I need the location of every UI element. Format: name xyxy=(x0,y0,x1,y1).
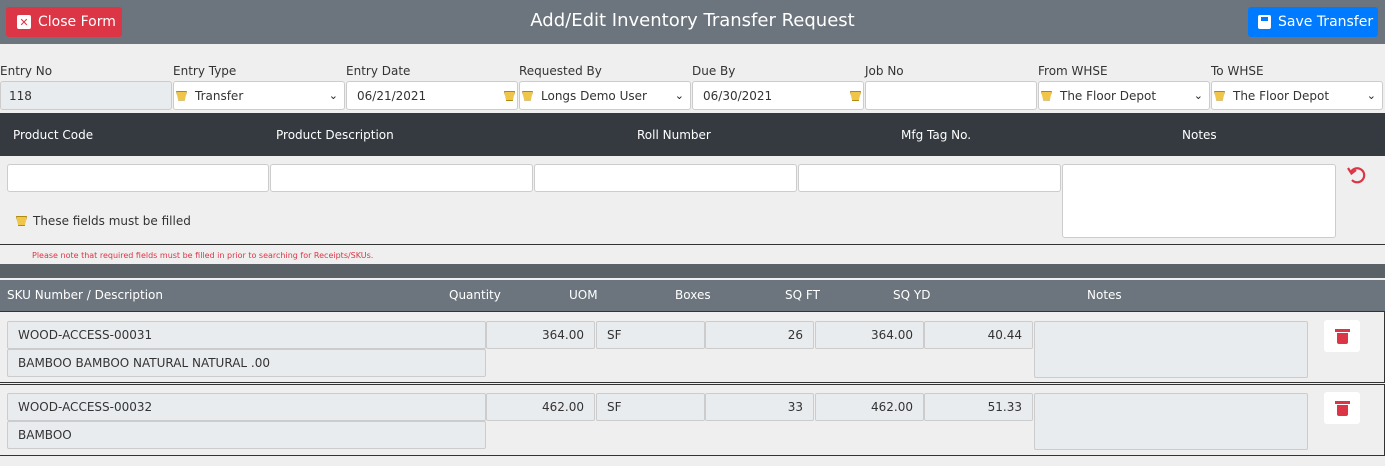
quantity-header: Quantity xyxy=(449,288,501,302)
row-notes-field[interactable] xyxy=(1034,321,1308,378)
section-band xyxy=(0,264,1385,278)
mfg-tag-input[interactable] xyxy=(798,164,1061,192)
sku-field[interactable]: WOOD-ACCESS-00031 xyxy=(7,321,486,349)
uom-header: UOM xyxy=(569,288,598,302)
from-whse-select[interactable]: The Floor Depot ⌄ xyxy=(1038,81,1210,110)
product-description-input[interactable] xyxy=(270,164,533,192)
quantity-field[interactable]: 462.00 xyxy=(486,393,595,421)
undo-icon[interactable] xyxy=(1346,164,1368,186)
mfg-tag-header: Mfg Tag No. xyxy=(901,128,972,142)
boxes-field[interactable]: 26 xyxy=(705,321,814,349)
entry-date-field[interactable]: 06/21/2021 xyxy=(346,81,518,110)
sku-field[interactable]: WOOD-ACCESS-00032 xyxy=(7,393,486,421)
trash-icon xyxy=(1334,328,1350,344)
notes-header: Notes xyxy=(1087,288,1122,302)
chevron-down-icon: ⌄ xyxy=(328,89,338,102)
page-title: Add/Edit Inventory Transfer Request xyxy=(530,10,855,31)
description-field[interactable]: BAMBOO xyxy=(7,421,486,449)
tag-icon xyxy=(1041,90,1052,101)
to-whse-select[interactable]: The Floor Depot ⌄ xyxy=(1211,81,1383,110)
boxes-field[interactable]: 33 xyxy=(705,393,814,421)
required-fields-text: These fields must be filled xyxy=(33,214,191,228)
entry-type-value: Transfer xyxy=(195,88,244,103)
chevron-down-icon: ⌄ xyxy=(674,89,684,102)
requested-by-value: Longs Demo User xyxy=(541,88,647,103)
sku-header: SKU Number / Description xyxy=(7,288,163,302)
entry-no-field[interactable]: 118 xyxy=(0,81,172,110)
sqyd-field[interactable]: 51.33 xyxy=(924,393,1033,421)
chevron-down-icon: ⌄ xyxy=(1366,89,1376,102)
sqft-header: SQ FT xyxy=(785,288,820,302)
product-code-input[interactable] xyxy=(7,164,269,192)
from-whse-label: From WHSE xyxy=(1038,64,1108,78)
job-no-label: Job No xyxy=(865,64,904,78)
roll-number-input[interactable] xyxy=(534,164,797,192)
row-notes-field[interactable] xyxy=(1034,393,1308,450)
uom-field[interactable]: SF xyxy=(596,321,705,349)
table-row: WOOD-ACCESS-00031 BAMBOO BAMBOO NATURAL … xyxy=(0,311,1385,383)
delete-row-button[interactable] xyxy=(1324,392,1360,424)
quantity-field[interactable]: 364.00 xyxy=(486,321,595,349)
product-search-header: Product Code Product Description Roll Nu… xyxy=(0,113,1385,156)
due-by-label: Due By xyxy=(692,64,736,78)
product-description-header: Product Description xyxy=(276,128,394,142)
notes-textarea[interactable] xyxy=(1062,164,1336,238)
save-transfer-button[interactable]: Save Transfer xyxy=(1248,7,1378,37)
search-warning: Please note that required fields must be… xyxy=(32,251,374,260)
entry-type-label: Entry Type xyxy=(173,64,237,78)
entry-date-label: Entry Date xyxy=(346,64,411,78)
table-row: WOOD-ACCESS-00032 BAMBOO 462.00 SF 33 46… xyxy=(0,384,1385,456)
sqft-field[interactable]: 364.00 xyxy=(815,321,924,349)
from-whse-value: The Floor Depot xyxy=(1060,88,1157,103)
requested-by-select[interactable]: Longs Demo User ⌄ xyxy=(519,81,691,110)
sku-table-header: SKU Number / Description Quantity UOM Bo… xyxy=(0,280,1385,311)
sqft-field[interactable]: 462.00 xyxy=(815,393,924,421)
save-transfer-label: Save Transfer xyxy=(1278,14,1374,30)
tag-icon xyxy=(522,90,533,101)
entry-date-value: 06/21/2021 xyxy=(357,88,427,103)
roll-number-header: Roll Number xyxy=(637,128,711,142)
product-code-header: Product Code xyxy=(13,128,94,142)
entry-type-select[interactable]: Transfer ⌄ xyxy=(173,81,345,110)
required-fields-note: These fields must be filled xyxy=(16,214,191,228)
tag-icon xyxy=(1214,90,1225,101)
entry-no-value: 118 xyxy=(9,88,32,103)
boxes-header: Boxes xyxy=(675,288,711,302)
floppy-disk-icon xyxy=(1258,15,1271,29)
trash-icon xyxy=(1334,400,1350,416)
divider xyxy=(0,244,1385,245)
due-by-field[interactable]: 06/30/2021 xyxy=(692,81,864,110)
sqyd-field[interactable]: 40.44 xyxy=(924,321,1033,349)
uom-field[interactable]: SF xyxy=(596,393,705,421)
tag-icon xyxy=(16,216,27,226)
requested-by-label: Requested By xyxy=(519,64,602,78)
description-field[interactable]: BAMBOO BAMBOO NATURAL NATURAL .00 xyxy=(7,349,486,377)
to-whse-value: The Floor Depot xyxy=(1233,88,1330,103)
tag-icon xyxy=(850,91,861,101)
top-bar: ✕ Close Form Add/Edit Inventory Transfer… xyxy=(0,0,1385,44)
due-by-value: 06/30/2021 xyxy=(703,88,773,103)
tag-icon xyxy=(176,90,187,101)
sqyd-header: SQ YD xyxy=(893,288,931,302)
delete-row-button[interactable] xyxy=(1324,320,1360,352)
chevron-down-icon: ⌄ xyxy=(1193,89,1203,102)
tag-icon xyxy=(504,91,515,101)
to-whse-label: To WHSE xyxy=(1211,64,1264,78)
job-no-field[interactable] xyxy=(865,81,1037,110)
notes-header: Notes xyxy=(1182,128,1217,142)
entry-no-label: Entry No xyxy=(0,64,53,78)
